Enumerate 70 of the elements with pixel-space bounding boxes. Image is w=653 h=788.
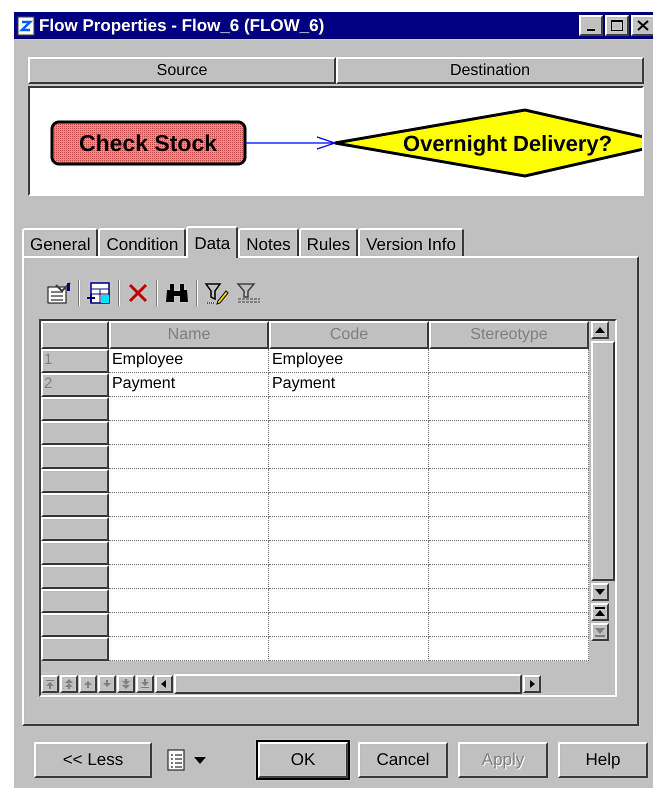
- dialog-button[interactable]: Help: [558, 742, 648, 778]
- table-cell: Employee: [269, 349, 429, 373]
- maximize-button[interactable]: [605, 15, 629, 36]
- close-button[interactable]: [631, 15, 653, 36]
- scroll-bottom-button[interactable]: [591, 623, 609, 641]
- scroll-up-button[interactable]: [591, 321, 609, 339]
- app-icon: [17, 16, 35, 36]
- close-icon: [637, 20, 649, 31]
- scroll-left-button[interactable]: [155, 675, 173, 693]
- row-header[interactable]: [41, 397, 109, 421]
- scroll-right-button[interactable]: [523, 675, 541, 693]
- header-tab[interactable]: Source: [28, 57, 336, 84]
- window-title: Flow Properties - Flow_6 (FLOW_6): [39, 14, 324, 37]
- up-arrow-icon: [595, 325, 605, 335]
- top-arrow-icon: [595, 607, 605, 617]
- row-header[interactable]: [41, 445, 109, 469]
- move-bottom-button[interactable]: [136, 675, 154, 693]
- dialog-button[interactable]: Cancel: [358, 742, 448, 778]
- move-top-button[interactable]: [41, 675, 59, 693]
- page-up-icon: [64, 679, 74, 689]
- bottom-arrow-icon: [595, 627, 605, 637]
- row-header[interactable]: [41, 637, 109, 661]
- tab[interactable]: Data: [186, 226, 238, 258]
- down-arrow-icon: [102, 679, 112, 689]
- binoculars-icon[interactable]: [164, 282, 190, 304]
- minimize-button[interactable]: [579, 15, 603, 36]
- move-bottom-icon: [140, 679, 150, 689]
- tab[interactable]: Condition: [98, 228, 186, 256]
- move-up-button[interactable]: [79, 675, 97, 693]
- tab[interactable]: Version Info: [358, 228, 464, 256]
- row-header[interactable]: [41, 421, 109, 445]
- right-arrow-icon: [527, 679, 537, 689]
- page-down-icon: [121, 679, 131, 689]
- move-top-icon: [45, 679, 55, 689]
- vertical-scrollbar-thumb[interactable]: [591, 341, 615, 581]
- move-page-down-button[interactable]: [117, 675, 135, 693]
- properties-icon[interactable]: [46, 281, 72, 305]
- dialog-button[interactable]: OK: [258, 742, 348, 778]
- row-header[interactable]: [41, 589, 109, 613]
- scroll-top-button[interactable]: [591, 603, 609, 621]
- row-header[interactable]: [41, 541, 109, 565]
- row-header[interactable]: [41, 565, 109, 589]
- move-down-button[interactable]: [98, 675, 116, 693]
- process-node: Check Stock: [50, 120, 246, 166]
- move-page-up-button[interactable]: [60, 675, 78, 693]
- menu-button[interactable]: [166, 748, 206, 772]
- list-icon: [166, 748, 186, 772]
- scroll-down-button[interactable]: [591, 583, 609, 601]
- tab[interactable]: Rules: [298, 228, 358, 256]
- row-header[interactable]: [41, 517, 109, 541]
- filter-edit-icon[interactable]: [204, 281, 230, 305]
- row-header[interactable]: [41, 493, 109, 517]
- down-arrow-icon: [595, 587, 605, 597]
- table-cell: Payment: [109, 373, 269, 397]
- left-arrow-icon: [159, 679, 169, 689]
- tab[interactable]: Notes: [238, 228, 299, 256]
- add-rows-icon[interactable]: [86, 281, 112, 305]
- row-header[interactable]: [41, 469, 109, 493]
- delete-icon[interactable]: [126, 281, 150, 305]
- row-header[interactable]: [41, 613, 109, 637]
- table-cell: Payment: [269, 373, 429, 397]
- horizontal-scrollbar-thumb[interactable]: [174, 674, 522, 694]
- table-cell: Employee: [109, 349, 269, 373]
- decision-node: Overnight Delivery?: [334, 108, 642, 178]
- dialog-button[interactable]: << Less: [34, 742, 152, 778]
- caret-icon: [194, 756, 206, 764]
- filter-icon[interactable]: [236, 281, 262, 305]
- header-tab[interactable]: Destination: [336, 57, 644, 84]
- up-arrow-icon: [83, 679, 93, 689]
- tab[interactable]: General: [22, 228, 98, 256]
